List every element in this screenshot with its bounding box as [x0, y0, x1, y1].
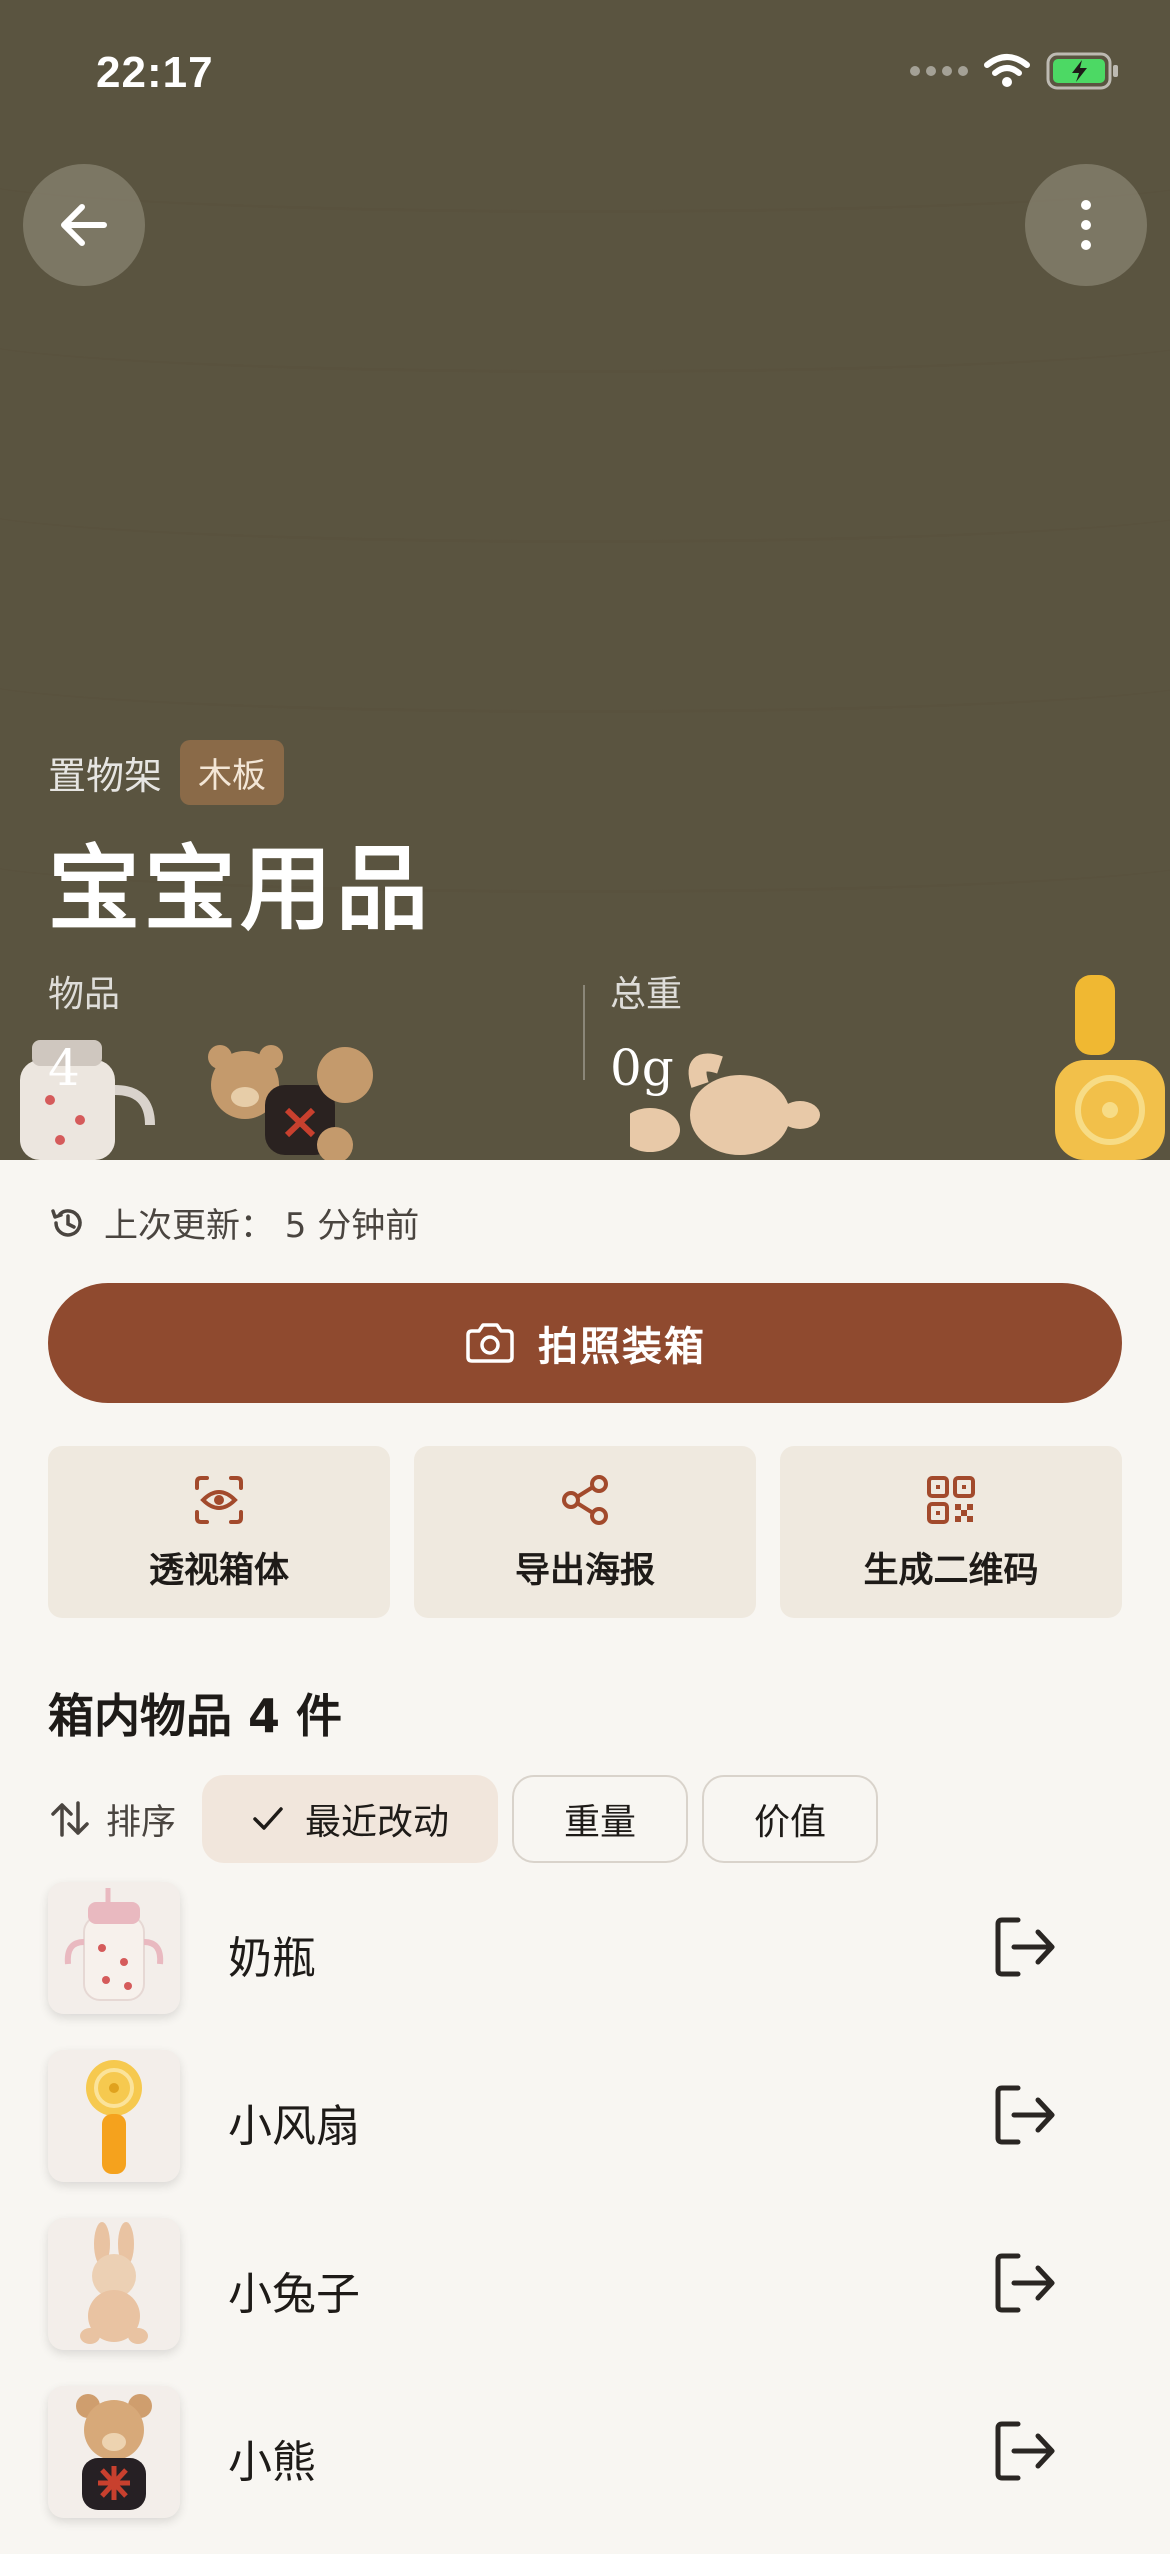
- baby-bottle-thumb: [48, 1882, 180, 2014]
- wifi-icon: [984, 54, 1030, 87]
- list-item[interactable]: 小风扇: [0, 2050, 1170, 2218]
- hero-texture-line: [0, 140, 1170, 213]
- sort-chip-recent-label: 最近改动: [305, 1802, 450, 1843]
- export-poster-label: 导出海报: [514, 1550, 655, 1591]
- list-item[interactable]: 小熊: [0, 2386, 1170, 2554]
- camera-icon: [466, 1323, 514, 1363]
- generate-qr-label: 生成二维码: [863, 1550, 1039, 1591]
- hero-texture-line: [0, 470, 1170, 543]
- stat-divider: [583, 985, 585, 1080]
- xray-box-button[interactable]: 透视箱体: [48, 1446, 390, 1618]
- hero-texture-line: [0, 640, 1170, 713]
- sort-chip-value[interactable]: 价值: [702, 1775, 879, 1863]
- move-out-icon[interactable]: [990, 2248, 1060, 2318]
- arrow-left-icon: [61, 204, 107, 246]
- items-section-title: 箱内物品 4 件: [48, 1689, 343, 1743]
- box-title: 宝宝用品: [48, 836, 433, 943]
- move-out-icon[interactable]: [990, 2080, 1060, 2150]
- sort-chip-weight[interactable]: 重量: [512, 1775, 689, 1863]
- last-updated-text: 上次更新： 5 分钟前: [104, 1206, 420, 1246]
- generate-qr-button[interactable]: 生成二维码: [780, 1446, 1122, 1618]
- stat-weight-value: 0g: [610, 1039, 674, 1097]
- bunny-thumb: [48, 2218, 180, 2350]
- last-updated: 上次更新： 5 分钟前: [48, 1198, 419, 1247]
- status-time: 22:17: [96, 48, 214, 97]
- stat-items-label: 物品: [48, 974, 121, 1015]
- stat-items-value: 4: [48, 1039, 80, 1097]
- bear-thumb: [48, 2386, 180, 2518]
- items-list: 奶瓶 小风扇 小兔子 小熊: [0, 1882, 1170, 2554]
- check-icon: [253, 1807, 283, 1830]
- material-tag: 木板: [180, 740, 285, 805]
- share-icon: [562, 1474, 608, 1525]
- hero-texture-line: [0, 300, 1170, 373]
- bear-image: [208, 1045, 373, 1160]
- list-item[interactable]: 奶瓶: [0, 1882, 1170, 2050]
- sort-chip-recent[interactable]: 最近改动: [202, 1775, 499, 1863]
- xray-box-label: 透视箱体: [148, 1550, 289, 1591]
- stat-items: 物品 4: [48, 965, 120, 1097]
- fan-thumb: [48, 2050, 180, 2182]
- export-poster-button[interactable]: 导出海报: [414, 1446, 756, 1618]
- more-options-button[interactable]: [1025, 164, 1147, 286]
- action-row: 透视箱体 导出海报 生成二维码: [48, 1446, 1122, 1618]
- photo-pack-button[interactable]: 拍照装箱: [48, 1283, 1122, 1403]
- sort-label-text: 排序: [106, 1802, 177, 1843]
- photo-pack-label: 拍照装箱: [538, 1324, 706, 1370]
- sort-bar: 排序 最近改动 重量 价值: [48, 1775, 892, 1863]
- move-out-icon[interactable]: [990, 1912, 1060, 1982]
- qr-code-icon: [927, 1475, 975, 1524]
- item-name: 小熊: [228, 2437, 316, 2488]
- history-icon: [51, 1208, 82, 1237]
- move-out-icon[interactable]: [990, 2416, 1060, 2486]
- stat-weight: 总重 0g: [610, 965, 682, 1097]
- hero-meta: 置物架 木板: [48, 740, 285, 805]
- back-button[interactable]: [23, 164, 145, 286]
- more-vertical-icon: [1081, 200, 1091, 250]
- item-name: 奶瓶: [228, 1933, 316, 1984]
- sort-arrows-icon: [51, 1801, 89, 1837]
- battery-charging-icon: [1046, 52, 1118, 90]
- item-name: 小风扇: [228, 2101, 360, 2152]
- category-label: 置物架: [48, 754, 163, 798]
- status-icons: [910, 52, 1120, 90]
- stat-weight-label: 总重: [610, 974, 683, 1015]
- item-name: 小兔子: [228, 2269, 360, 2320]
- hero-banner: 22:17 置物架 木板 宝宝用品 物品 4 总重 0g: [0, 0, 1170, 1160]
- fan-image: [1055, 975, 1165, 1160]
- eye-scan-icon: [195, 1475, 243, 1524]
- sort-label[interactable]: 排序: [48, 1794, 176, 1845]
- list-item[interactable]: 小兔子: [0, 2218, 1170, 2386]
- cellular-signal-icon: [910, 66, 968, 76]
